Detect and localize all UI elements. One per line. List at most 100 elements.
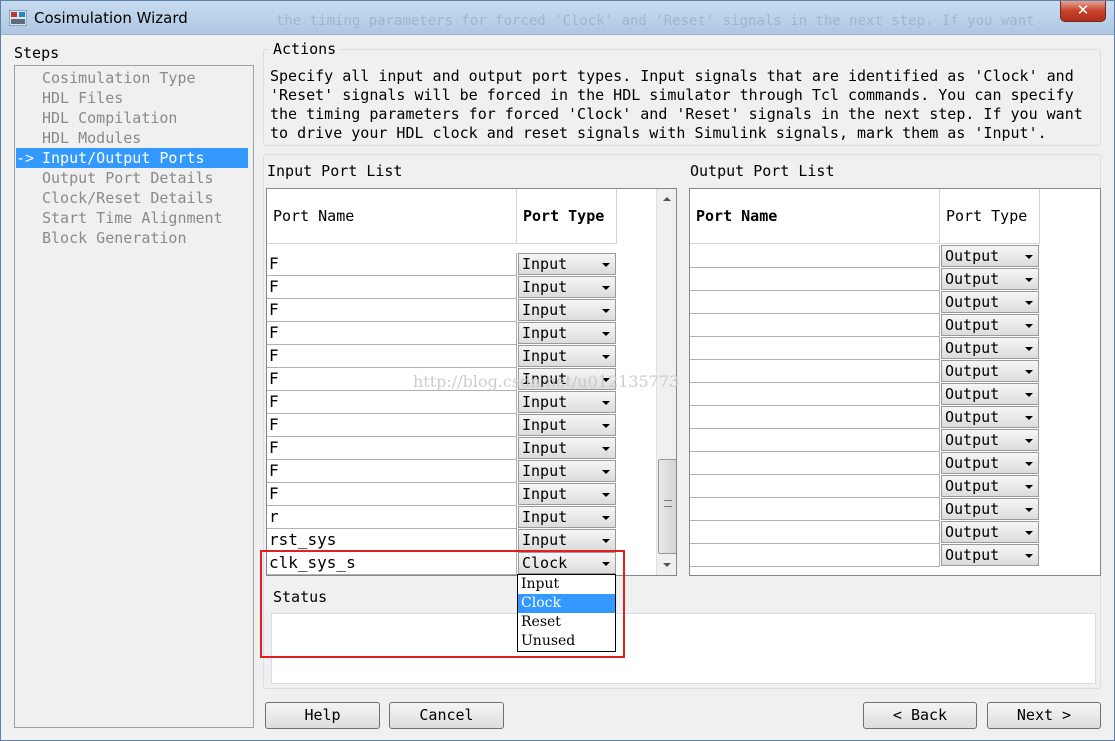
- step-block-generation[interactable]: Block Generation: [42, 228, 187, 248]
- input-port-name-cell[interactable]: F: [267, 483, 517, 506]
- input-port-name-cell[interactable]: F: [267, 391, 517, 414]
- port-type-value: Output: [945, 316, 1000, 334]
- port-type-dropdown[interactable]: Input: [518, 345, 616, 367]
- output-port-name-cell[interactable]: [690, 475, 940, 498]
- input-port-name-cell[interactable]: F: [267, 322, 517, 345]
- cancel-button[interactable]: Cancel: [389, 702, 504, 729]
- input-col-port-type[interactable]: Port Type: [517, 189, 617, 244]
- port-name-text: F: [269, 369, 279, 388]
- dropdown-arrow-icon: [602, 401, 610, 405]
- step-hdl-files[interactable]: HDL Files: [42, 88, 123, 108]
- output-port-name-cell[interactable]: [690, 521, 940, 544]
- wizard-client-area: Steps Cosimulation Type HDL Files HDL Co…: [8, 36, 1107, 735]
- output-port-table: Port Name Port Type Output Output Output Ou…: [689, 188, 1101, 576]
- simulink-app-icon: [9, 10, 27, 26]
- port-type-dropdown[interactable]: Input: [518, 391, 616, 413]
- back-button[interactable]: < Back: [863, 702, 977, 729]
- output-port-list-title: Output Port List: [690, 162, 835, 180]
- next-button[interactable]: Next >: [987, 702, 1101, 729]
- input-port-name-cell[interactable]: F: [267, 253, 517, 276]
- output-port-name-cell[interactable]: [690, 452, 940, 475]
- title-bar[interactable]: Cosimulation Wizard the timing parameter…: [1, 1, 1114, 35]
- dropdown-arrow-icon: [602, 539, 610, 543]
- port-type-dropdown[interactable]: Input: [518, 322, 616, 344]
- output-type-dropdown[interactable]: Output: [941, 475, 1039, 497]
- output-port-name-cell[interactable]: [690, 314, 940, 337]
- output-port-name-cell[interactable]: [690, 498, 940, 521]
- port-type-value: Input: [522, 347, 568, 365]
- port-type-dropdown[interactable]: Input: [518, 276, 616, 298]
- port-type-dropdown[interactable]: Input: [518, 529, 616, 551]
- port-type-dropdown[interactable]: Input: [518, 437, 616, 459]
- output-type-dropdown[interactable]: Output: [941, 521, 1039, 543]
- dropdown-arrow-icon: [602, 424, 610, 428]
- output-type-dropdown[interactable]: Output: [941, 383, 1039, 405]
- help-button[interactable]: Help: [265, 702, 380, 729]
- output-type-dropdown[interactable]: Output: [941, 268, 1039, 290]
- output-type-dropdown[interactable]: Output: [941, 337, 1039, 359]
- current-step-arrow: ->: [16, 149, 35, 167]
- port-type-value: Output: [945, 546, 1000, 564]
- port-name-text: rst_sys: [269, 530, 337, 549]
- port-type-dropdown[interactable]: Input: [518, 460, 616, 482]
- port-type-dropdown[interactable]: Input: [518, 299, 616, 321]
- step-hdl-compilation[interactable]: HDL Compilation: [42, 108, 177, 128]
- port-type-dropdown[interactable]: Input: [518, 253, 616, 275]
- input-port-name-cell[interactable]: F: [267, 414, 517, 437]
- port-type-value: Input: [522, 416, 568, 434]
- output-type-dropdown[interactable]: Output: [941, 429, 1039, 451]
- actions-line: 'Reset' signals will be forced in the HD…: [270, 86, 1074, 104]
- input-port-name-cell[interactable]: F: [267, 437, 517, 460]
- input-port-name-cell[interactable]: r: [267, 506, 517, 529]
- output-type-dropdown[interactable]: Output: [941, 406, 1039, 428]
- scroll-thumb[interactable]: [658, 459, 676, 554]
- output-port-name-cell[interactable]: [690, 383, 940, 406]
- input-port-name-cell[interactable]: F: [267, 276, 517, 299]
- output-col-port-name[interactable]: Port Name: [690, 189, 940, 244]
- actions-line: Specify all input and output port types.…: [270, 67, 1074, 85]
- output-type-dropdown[interactable]: Output: [941, 452, 1039, 474]
- close-button[interactable]: ✕: [1060, 1, 1106, 22]
- output-type-dropdown[interactable]: Output: [941, 360, 1039, 382]
- port-type-value: Input: [522, 439, 568, 457]
- port-type-dropdown[interactable]: Input: [518, 506, 616, 528]
- steps-heading: Steps: [14, 44, 60, 62]
- input-port-name-cell[interactable]: F: [267, 460, 517, 483]
- output-port-name-cell[interactable]: [690, 360, 940, 383]
- output-type-dropdown[interactable]: Output: [941, 544, 1039, 566]
- port-type-dropdown[interactable]: Input: [518, 414, 616, 436]
- output-port-name-cell[interactable]: [690, 268, 940, 291]
- port-type-dropdown[interactable]: Input: [518, 483, 616, 505]
- dropdown-arrow-icon: [1025, 439, 1033, 443]
- input-port-name-cell[interactable]: F: [267, 345, 517, 368]
- step-start-time-alignment[interactable]: Start Time Alignment: [42, 208, 223, 228]
- output-col-port-type[interactable]: Port Type: [940, 189, 1040, 244]
- input-col-port-name[interactable]: Port Name: [267, 189, 517, 244]
- step-hdl-modules[interactable]: HDL Modules: [42, 128, 141, 148]
- step-input-output-ports[interactable]: -> Input/Output Ports: [16, 148, 248, 168]
- scroll-up-icon[interactable]: [663, 197, 671, 201]
- step-cosimulation-type[interactable]: Cosimulation Type: [42, 68, 196, 88]
- input-port-name-cell[interactable]: rst_sys: [267, 529, 517, 552]
- dropdown-arrow-icon: [1025, 347, 1033, 351]
- output-type-dropdown[interactable]: Output: [941, 291, 1039, 313]
- output-port-name-cell[interactable]: [690, 245, 940, 268]
- output-type-dropdown[interactable]: Output: [941, 498, 1039, 520]
- output-type-dropdown[interactable]: Output: [941, 314, 1039, 336]
- scroll-down-icon[interactable]: [663, 563, 671, 567]
- wizard-window: Cosimulation Wizard the timing parameter…: [0, 0, 1115, 741]
- output-port-name-cell[interactable]: [690, 429, 940, 452]
- output-port-name-cell[interactable]: [690, 544, 940, 567]
- port-name-text: F: [269, 323, 279, 342]
- output-port-name-cell[interactable]: [690, 337, 940, 360]
- step-clock-reset-details[interactable]: Clock/Reset Details: [42, 188, 214, 208]
- output-type-dropdown[interactable]: Output: [941, 245, 1039, 267]
- output-port-name-cell[interactable]: [690, 291, 940, 314]
- port-name-text: F: [269, 484, 279, 503]
- dropdown-arrow-icon: [602, 516, 610, 520]
- port-type-value: Output: [945, 500, 1000, 518]
- input-port-name-cell[interactable]: F: [267, 299, 517, 322]
- output-port-name-cell[interactable]: [690, 406, 940, 429]
- step-output-port-details[interactable]: Output Port Details: [42, 168, 214, 188]
- port-name-text: F: [269, 438, 279, 457]
